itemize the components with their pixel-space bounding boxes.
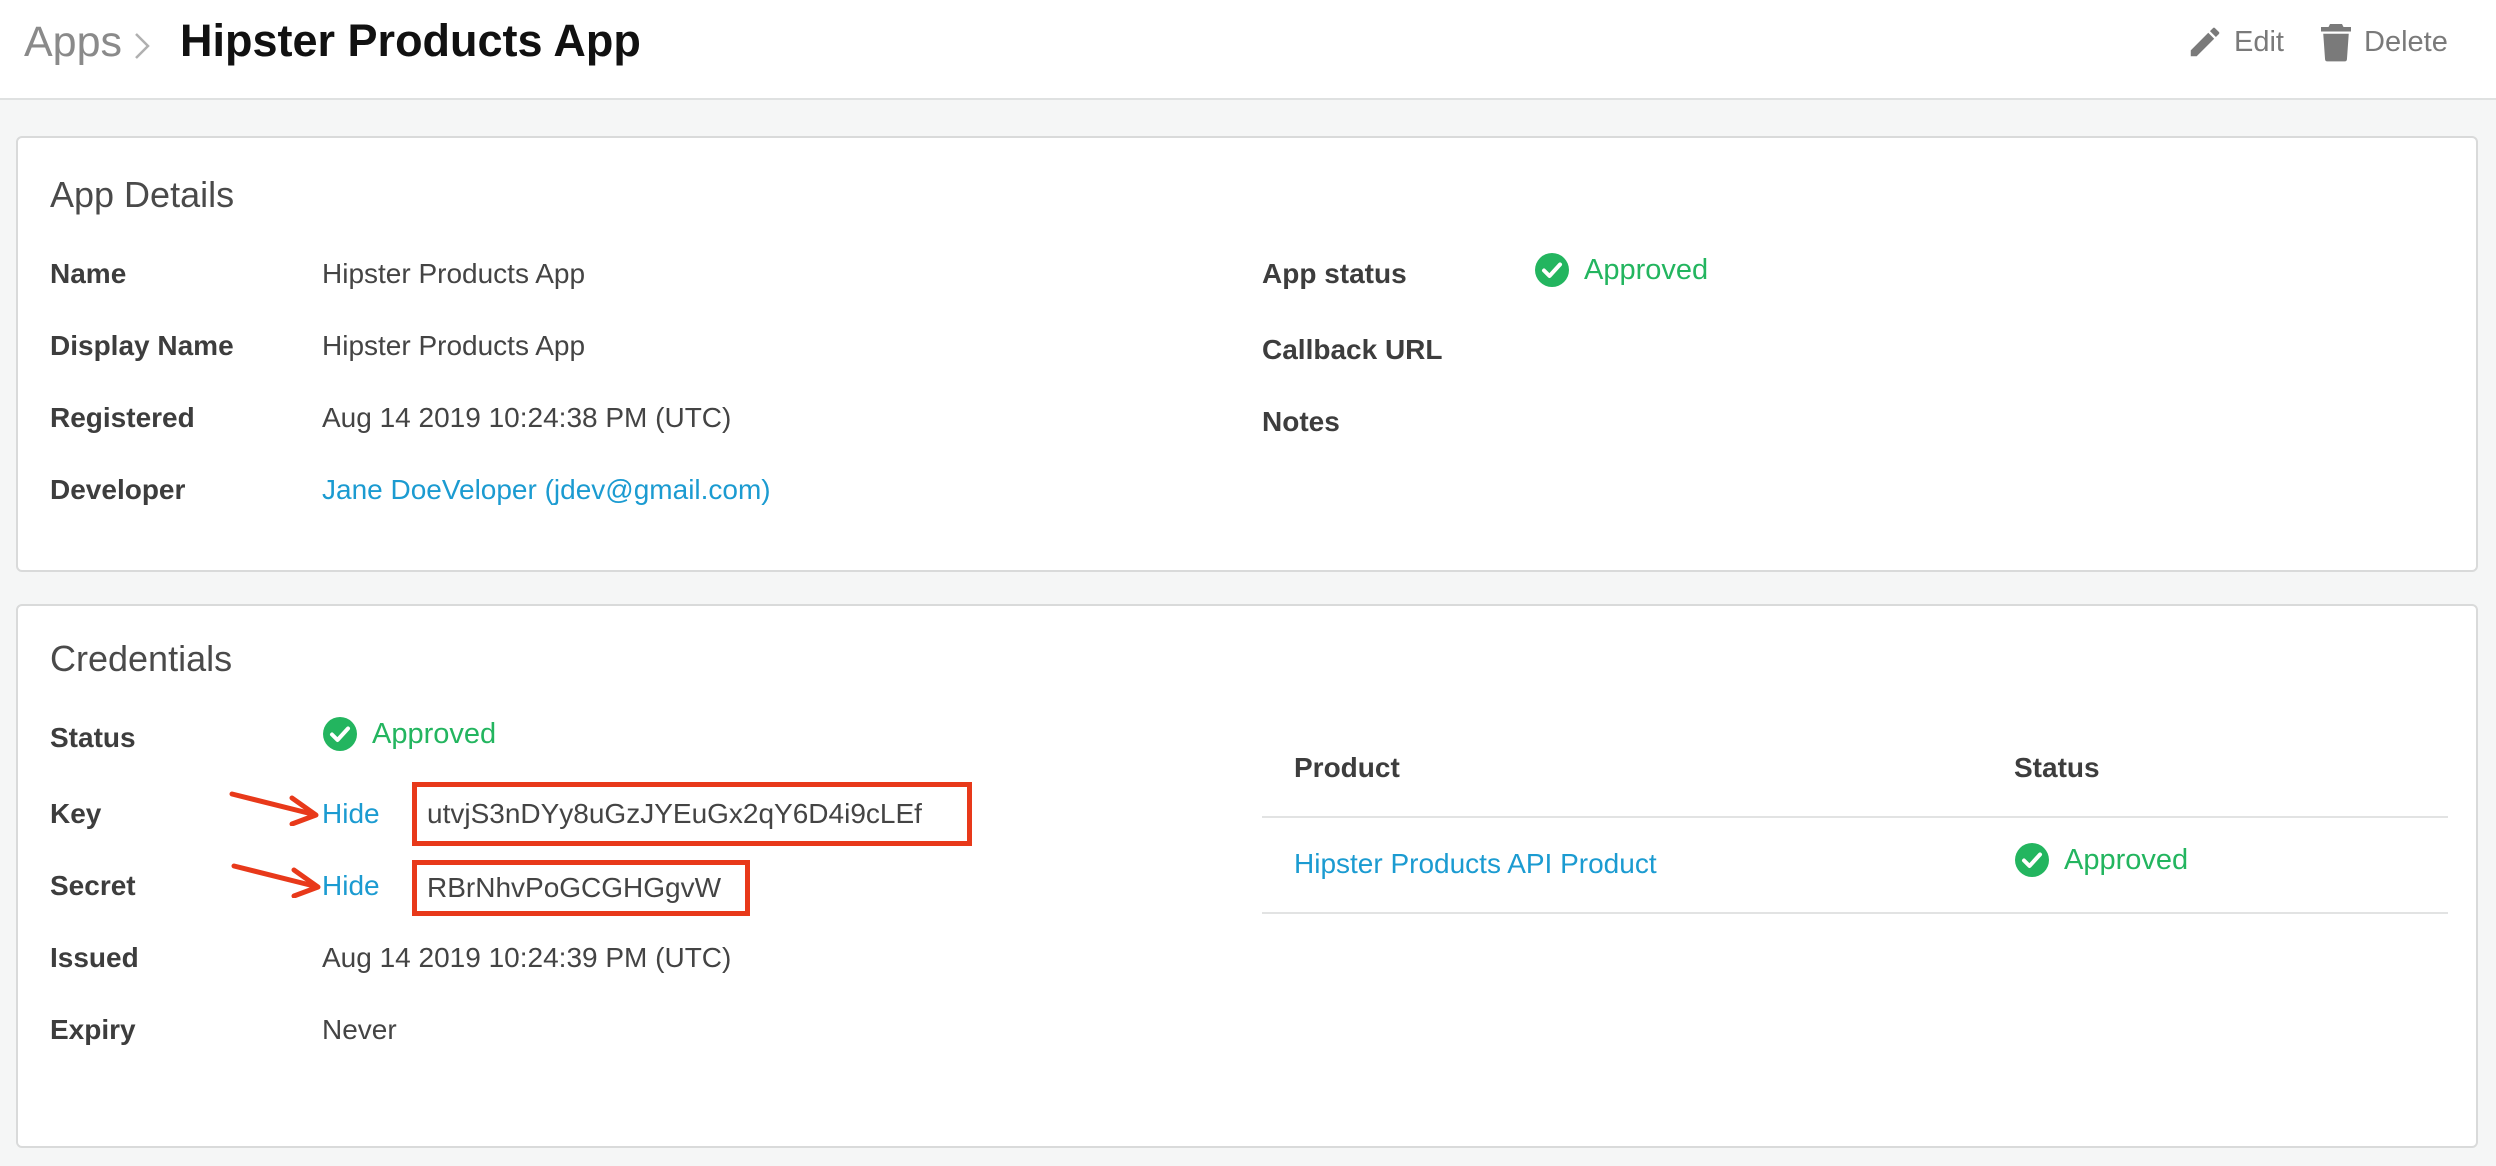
app-details-card: App Details Name Hipster Products App Di… <box>16 136 2478 572</box>
pencil-icon <box>2190 27 2220 57</box>
cred-status-label: Status <box>50 722 136 753</box>
notes-label: Notes <box>1262 406 1340 437</box>
issued-label: Issued <box>50 942 139 973</box>
name-value: Hipster Products App <box>322 258 586 289</box>
secret-value-box: RBrNhvPoGCGHGgvW <box>412 860 750 916</box>
app-status-label: App status <box>1262 258 1407 289</box>
page-title: Hipster Products App <box>180 15 641 66</box>
developer-label: Developer <box>50 474 186 505</box>
registered-label: Registered <box>50 402 195 433</box>
product-link[interactable]: Hipster Products API Product <box>1294 848 1657 880</box>
developer-link[interactable]: Jane DoeVeloper (jdev@gmail.com) <box>322 474 771 506</box>
delete-button[interactable]: Delete <box>2318 20 2448 64</box>
expiry-value: Never <box>322 1014 397 1045</box>
edit-label: Edit <box>2234 25 2284 58</box>
product-status-badge: Approved <box>2014 842 2188 878</box>
cred-status-value: Approved <box>372 717 497 750</box>
key-value-box: utvjS3nDYy8uGzJYEuGx2qY6D4i9cLEf <box>412 782 972 846</box>
key-hide-toggle[interactable]: Hide <box>322 798 380 830</box>
key-label: Key <box>50 798 102 829</box>
chevron-right-icon <box>135 33 150 59</box>
app-status-value: Approved <box>1584 253 1709 286</box>
delete-label: Delete <box>2364 25 2448 58</box>
trash-icon <box>2321 24 2351 62</box>
key-value[interactable]: utvjS3nDYy8uGzJYEuGx2qY6D4i9cLEf <box>427 798 922 830</box>
check-circle-icon <box>323 717 357 751</box>
secret-value[interactable]: RBrNhvPoGCGHGgvW <box>427 872 721 904</box>
credentials-heading: Credentials <box>50 638 233 679</box>
cred-status-badge: Approved <box>322 716 496 752</box>
product-status-value: Approved <box>2064 843 2189 876</box>
display-name-label: Display Name <box>50 330 234 361</box>
check-circle-icon <box>1535 253 1569 287</box>
table-row-divider <box>1262 912 2448 914</box>
arrow-icon <box>231 863 321 898</box>
credentials-card: Credentials Status Approved Key Hide utv… <box>16 604 2478 1148</box>
display-name-value: Hipster Products App <box>322 330 586 361</box>
check-circle-icon <box>2015 843 2049 877</box>
callback-url-label: Callback URL <box>1262 334 1443 365</box>
page-header: Apps Hipster Products App Edit Delete <box>0 0 2496 100</box>
breadcrumb-apps-link[interactable]: Apps <box>24 18 122 67</box>
edit-button[interactable]: Edit <box>2186 20 2284 64</box>
secret-label: Secret <box>50 870 136 901</box>
issued-value: Aug 14 2019 10:24:39 PM (UTC) <box>322 942 732 973</box>
status-column-header: Status <box>2014 752 2100 783</box>
registered-value: Aug 14 2019 10:24:38 PM (UTC) <box>322 402 732 433</box>
name-label: Name <box>50 258 127 289</box>
app-status-badge: Approved <box>1534 252 1708 288</box>
product-column-header: Product <box>1294 752 1400 783</box>
app-details-heading: App Details <box>50 174 235 215</box>
secret-hide-toggle[interactable]: Hide <box>322 870 380 902</box>
expiry-label: Expiry <box>50 1014 136 1045</box>
table-header-divider <box>1262 816 2448 818</box>
arrow-icon <box>229 791 319 826</box>
